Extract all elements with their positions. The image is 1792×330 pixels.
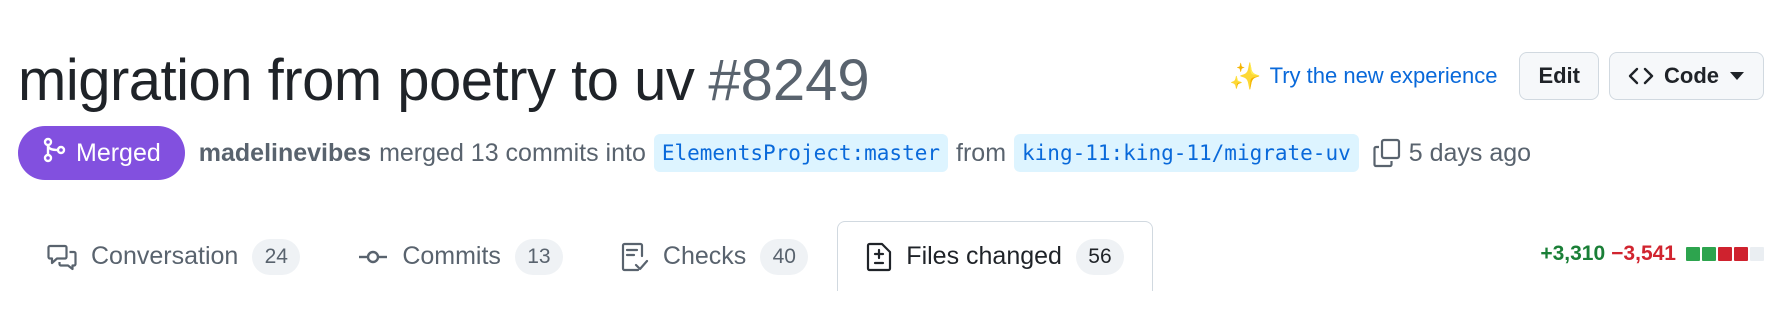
- edit-button[interactable]: Edit: [1519, 52, 1599, 100]
- diffstat-block: [1702, 247, 1716, 261]
- diffstat-block: [1718, 247, 1732, 261]
- comment-discussion-icon: [47, 243, 77, 271]
- triangle-down-icon: [1729, 71, 1745, 81]
- relative-time: 5 days ago: [1408, 138, 1532, 167]
- copy-icon[interactable]: [1373, 138, 1401, 168]
- merged-text: merged 13 commits into: [379, 138, 646, 167]
- tab-conversation-label: Conversation: [91, 242, 239, 270]
- pr-meta: Merged madelinevibes merged 13 commits i…: [18, 126, 1531, 180]
- state-badge: Merged: [18, 126, 185, 180]
- base-branch[interactable]: ElementsProject:master: [653, 134, 949, 172]
- pr-title: migration from poetry to uv: [18, 47, 695, 113]
- additions-count: +3,310: [1540, 242, 1606, 265]
- tab-commits[interactable]: Commits 13: [329, 221, 592, 291]
- checklist-icon: [621, 242, 649, 272]
- tab-files-changed-counter: 56: [1075, 238, 1124, 275]
- from-text: from: [956, 138, 1007, 167]
- file-diff-icon: [866, 242, 892, 272]
- deletions-count: −3,541: [1611, 242, 1676, 265]
- try-new-experience-link[interactable]: ✨ Try the new experience: [1229, 63, 1497, 89]
- try-new-experience-label: Try the new experience: [1269, 63, 1498, 88]
- tab-checks-label: Checks: [662, 242, 747, 270]
- tab-commits-counter: 13: [514, 238, 563, 275]
- tab-files-changed[interactable]: Files changed 56: [837, 221, 1153, 291]
- diffstat: +3,310 −3,541: [1540, 242, 1764, 266]
- sparkles-icon: ✨: [1229, 61, 1262, 91]
- diffstat-blocks: [1686, 247, 1764, 261]
- git-commit-icon: [358, 247, 388, 267]
- author-link[interactable]: madelinevibes: [199, 139, 371, 168]
- state-label: Merged: [76, 138, 161, 167]
- diffstat-block: [1734, 247, 1748, 261]
- diffstat-block: [1686, 247, 1700, 261]
- code-icon: [1628, 65, 1654, 87]
- code-button-label: Code: [1664, 63, 1719, 88]
- diffstat-block: [1750, 247, 1764, 261]
- tab-files-changed-label: Files changed: [906, 242, 1062, 270]
- code-button[interactable]: Code: [1609, 52, 1764, 100]
- head-branch[interactable]: king-11:king-11/migrate-uv: [1014, 134, 1359, 172]
- tab-conversation[interactable]: Conversation 24: [18, 221, 329, 291]
- pr-number: #8249: [708, 47, 870, 113]
- pull-request-header: migration from poetry to uv #8249 ✨ Try …: [0, 0, 1792, 330]
- tab-commits-label: Commits: [402, 242, 501, 270]
- git-merge-icon: [42, 137, 66, 170]
- header-actions: ✨ Try the new experience Edit Code: [1229, 52, 1764, 100]
- pr-tabs: Conversation 24 Commits 13 Checks 40 Fil…: [18, 221, 1153, 291]
- tab-conversation-counter: 24: [252, 238, 301, 275]
- tab-checks-counter: 40: [760, 238, 809, 275]
- title-row: migration from poetry to uv #8249: [18, 40, 870, 120]
- edit-button-label: Edit: [1538, 63, 1580, 88]
- tab-checks[interactable]: Checks 40: [592, 221, 837, 291]
